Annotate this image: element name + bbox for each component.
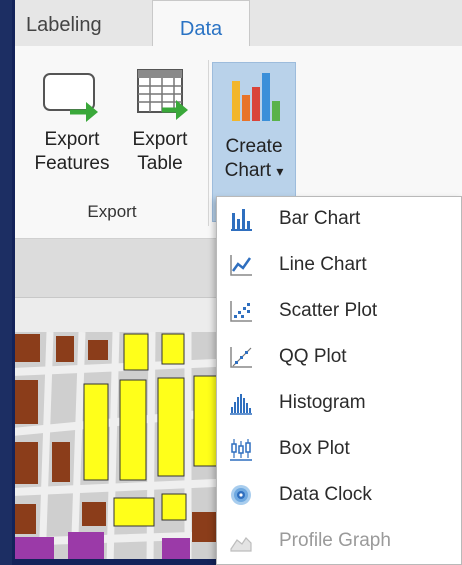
create-chart-label-line2-row: Chart ▾ <box>213 159 295 183</box>
menu-item-label: Bar Chart <box>279 208 361 229</box>
create-chart-dropdown-menu: Bar Chart Line Chart Scatter Plot QQ Plo… <box>216 196 462 565</box>
export-features-button[interactable]: Export Features <box>34 68 110 176</box>
create-chart-label-line2: Chart <box>224 160 272 181</box>
menu-item-profile-graph[interactable]: Profile Graph <box>217 519 461 565</box>
export-table-label-line2: Table <box>137 153 183 174</box>
menu-item-qq-plot[interactable]: QQ Plot <box>217 335 461 381</box>
menu-item-label: Profile Graph <box>279 530 391 551</box>
scatter-plot-icon <box>230 301 252 322</box>
menu-item-line-chart[interactable]: Line Chart <box>217 243 461 289</box>
menu-item-label: Box Plot <box>279 438 350 459</box>
profile-graph-icon <box>230 537 252 552</box>
menu-item-scatter-plot[interactable]: Scatter Plot <box>217 289 461 335</box>
ribbon-separator <box>208 60 209 226</box>
export-table-icon <box>137 69 188 120</box>
line-chart-icon <box>230 255 252 276</box>
box-plot-icon <box>230 439 252 461</box>
menu-item-bar-chart[interactable]: Bar Chart <box>217 197 461 243</box>
menu-item-label: Histogram <box>279 392 366 413</box>
export-features-label-line2: Features <box>34 153 110 174</box>
qq-plot-icon <box>230 347 252 368</box>
menu-item-label: Scatter Plot <box>279 300 378 321</box>
ribbon-tab-bar: Labeling Data <box>12 0 462 47</box>
histogram-icon <box>230 394 252 415</box>
export-features-icon <box>43 73 98 122</box>
export-features-label-line1: Export <box>44 129 100 150</box>
create-chart-label-line1: Create <box>225 136 283 157</box>
menu-item-label: QQ Plot <box>279 346 347 367</box>
export-table-label-line1: Export <box>132 129 188 150</box>
data-clock-icon <box>231 485 251 505</box>
export-table-button[interactable]: Export Table <box>122 68 198 176</box>
menu-item-label: Line Chart <box>279 254 367 275</box>
menu-item-box-plot[interactable]: Box Plot <box>217 427 461 473</box>
menu-item-label: Data Clock <box>279 484 372 505</box>
tab-data[interactable]: Data <box>152 0 250 47</box>
create-chart-icon <box>232 73 280 121</box>
chevron-down-icon: ▾ <box>276 163 284 179</box>
tab-labeling[interactable]: Labeling <box>26 14 102 46</box>
menu-item-histogram[interactable]: Histogram <box>217 381 461 427</box>
export-group-label: Export <box>87 202 137 221</box>
menu-item-data-clock[interactable]: Data Clock <box>217 473 461 519</box>
bar-chart-icon <box>231 209 252 231</box>
